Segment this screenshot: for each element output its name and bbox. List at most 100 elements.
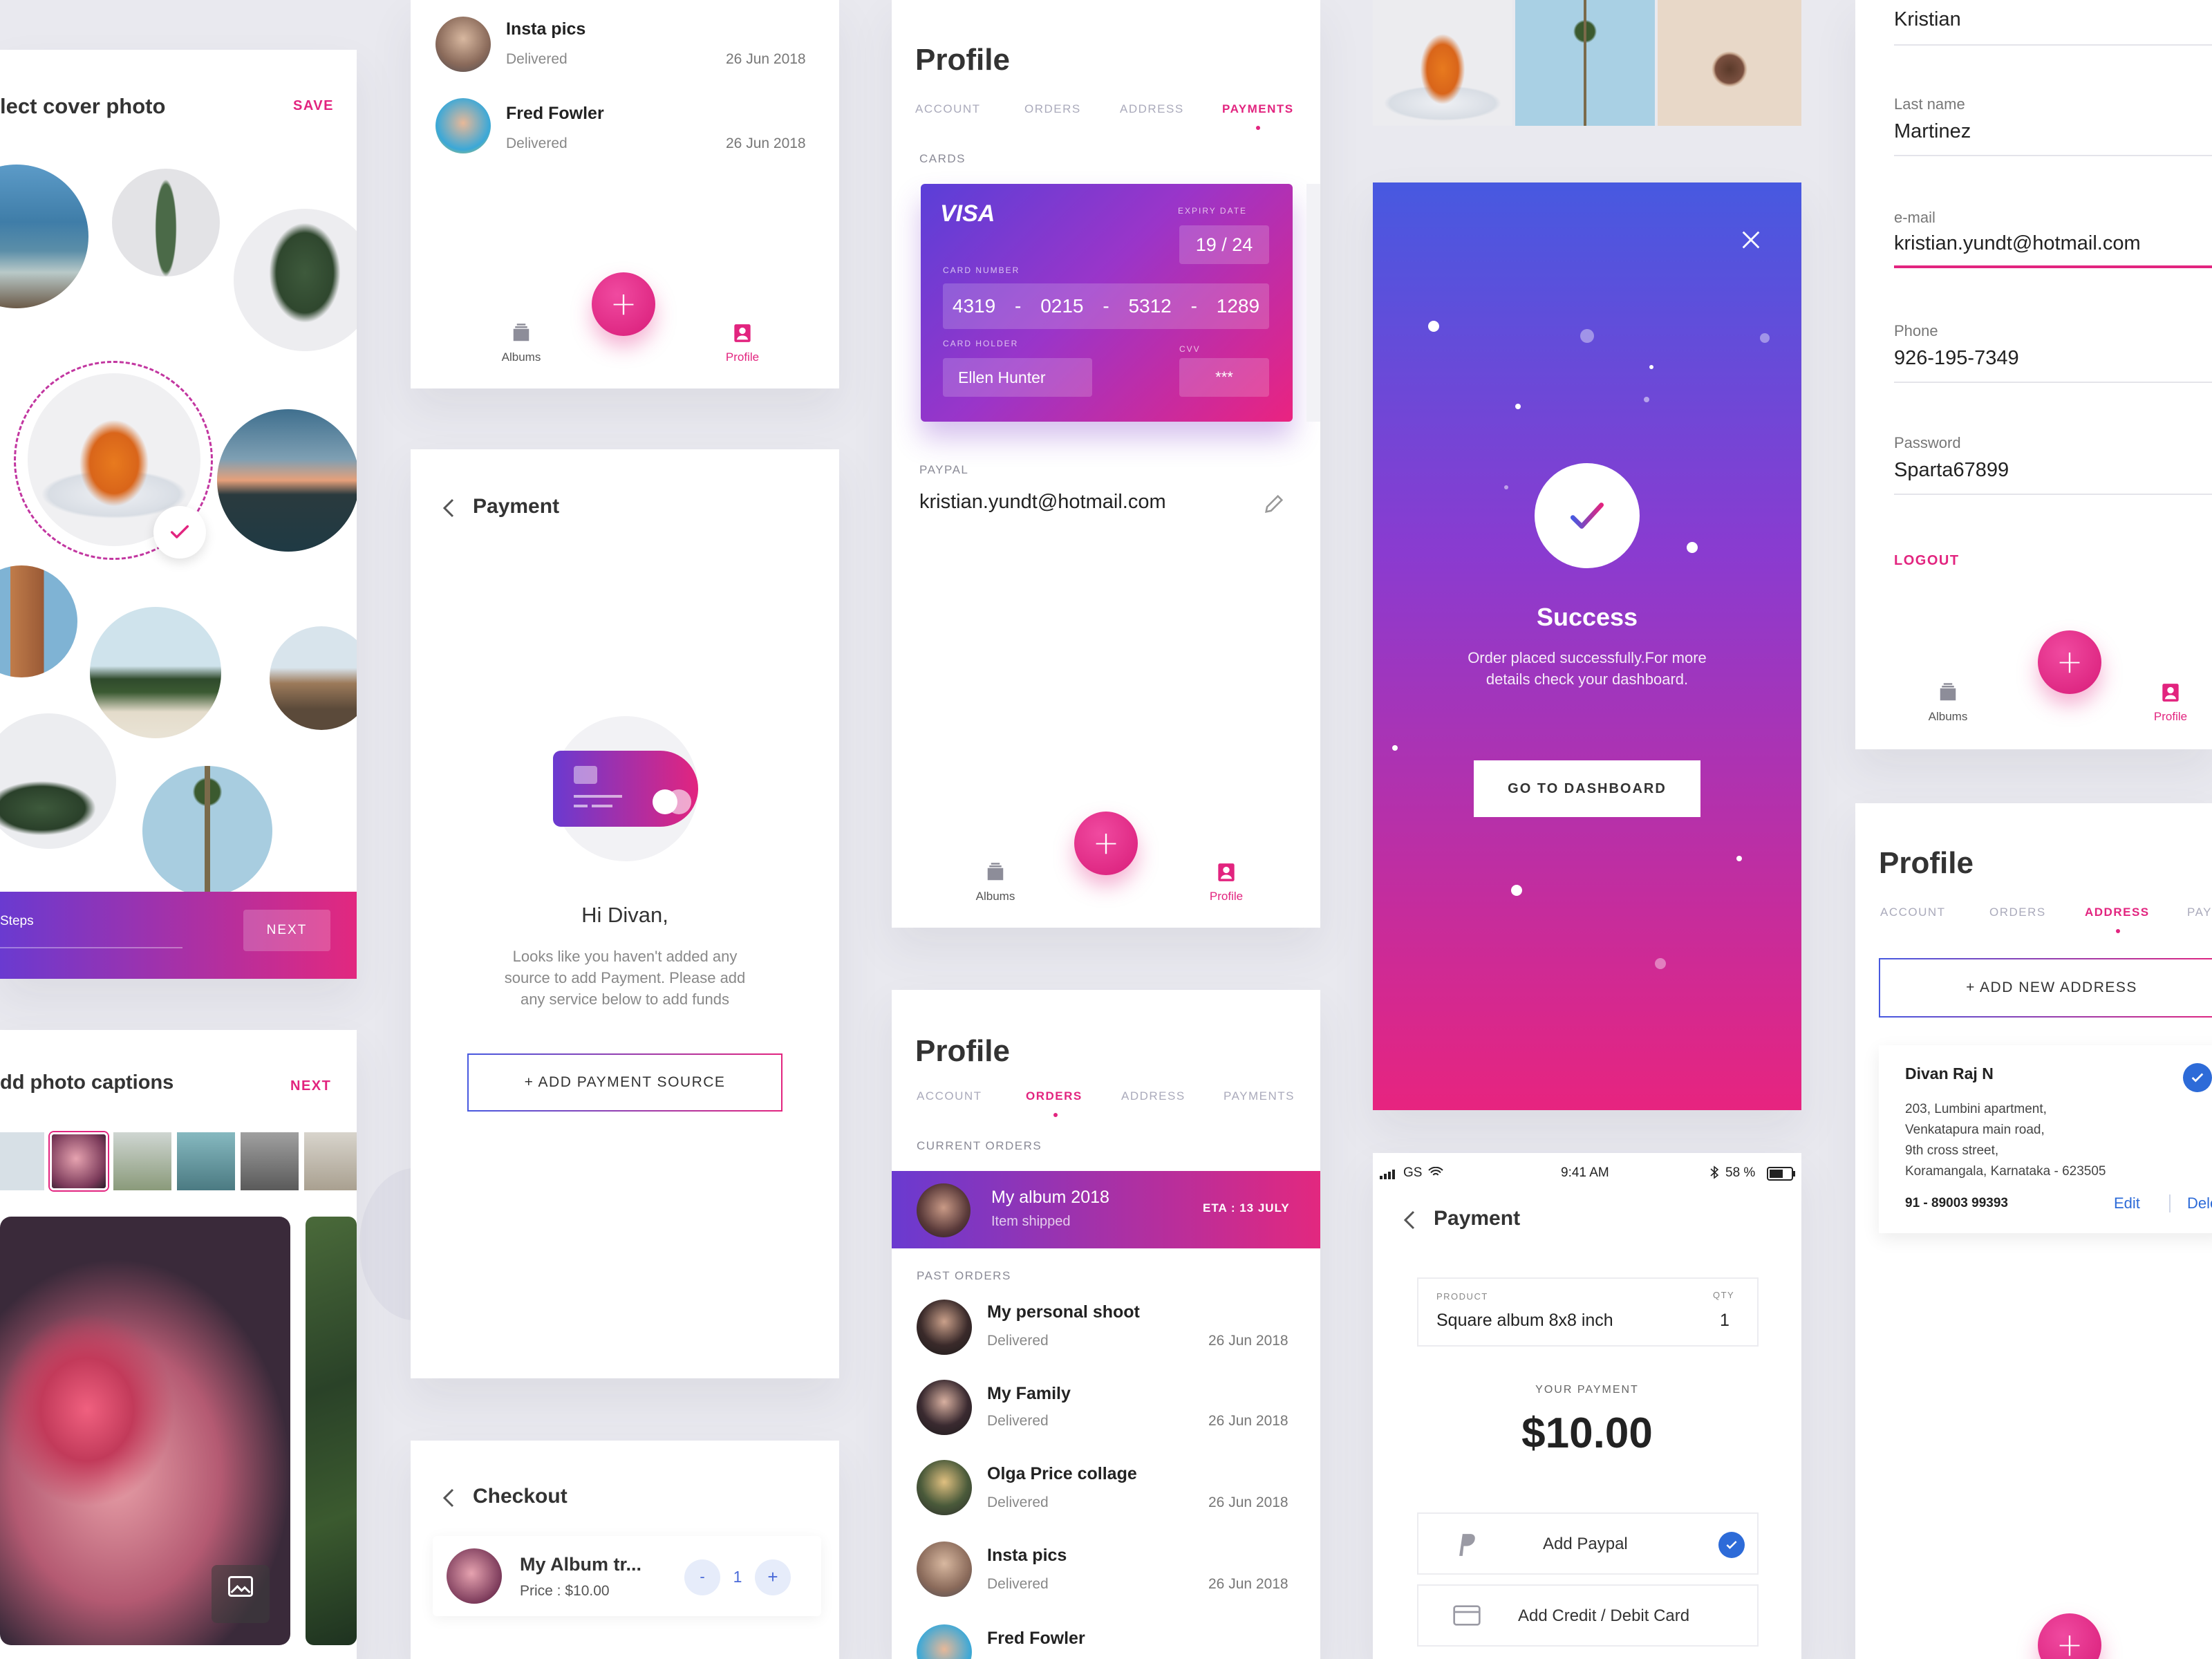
paypal-option[interactable]: Add Paypal (1417, 1512, 1759, 1575)
tab-account[interactable]: ACCOUNT (915, 102, 981, 116)
nav-profile-label: Profile (725, 350, 760, 364)
save-button[interactable]: SAVE (293, 98, 334, 114)
card-line (574, 795, 622, 798)
holder-label: CARD HOLDER (943, 339, 1019, 348)
back-chevron-icon[interactable] (442, 1488, 455, 1508)
add-fab-button[interactable]: + (2038, 1613, 2101, 1659)
address-card[interactable]: Divan Raj N 203, Lumbini apartment, Venk… (1879, 1045, 2212, 1233)
next-button[interactable]: NEXT (290, 1078, 331, 1094)
card-number-separator: - (1103, 295, 1109, 317)
card-line (574, 805, 588, 807)
photo-palm-tile[interactable] (1515, 0, 1655, 126)
nav-albums-label: Albums (501, 350, 541, 364)
go-to-dashboard-button[interactable]: GO TO DASHBOARD (1474, 760, 1700, 817)
back-chevron-icon[interactable] (442, 498, 455, 518)
back-chevron-icon[interactable] (1403, 1210, 1416, 1230)
add-payment-source-button[interactable]: + ADD PAYMENT SOURCE (467, 1053, 782, 1112)
thumbnail[interactable] (0, 1132, 44, 1190)
nav-profile[interactable]: Profile (2129, 683, 2212, 724)
add-fab-button[interactable]: + (2038, 630, 2101, 694)
thumbnail[interactable] (241, 1132, 299, 1190)
delete-link[interactable]: Delete (2187, 1194, 2212, 1212)
tab-account[interactable]: ACCOUNT (1880, 906, 1946, 919)
qty-decrease-button[interactable]: - (684, 1559, 720, 1595)
message-line: Order placed successfully.For more (1468, 649, 1707, 666)
plus-icon: + (2056, 643, 2083, 680)
add-new-address-button[interactable]: + ADD NEW ADDRESS (1879, 958, 2212, 1018)
tab-account[interactable]: ACCOUNT (917, 1089, 982, 1103)
credit-card[interactable]: VISA EXPIRY DATE 19 / 24 CARD NUMBER 431… (921, 184, 1293, 422)
holder-value: Ellen Hunter (943, 358, 1092, 397)
tab-address[interactable]: ADDRESS (1121, 1089, 1185, 1103)
photo-buildings[interactable] (0, 565, 77, 677)
add-fab-button[interactable]: + (592, 272, 655, 336)
tab-orders[interactable]: ORDERS (1024, 102, 1081, 116)
product-box: PRODUCT Square album 8x8 inch QTY 1 (1417, 1277, 1759, 1347)
photo-coast[interactable] (270, 626, 357, 730)
order-title: My personal shoot (987, 1302, 1140, 1322)
photo-pear-tile[interactable] (1373, 0, 1512, 126)
nav-albums[interactable]: Albums (1906, 683, 1989, 724)
tab-address[interactable]: ADDRESS (2085, 906, 2150, 919)
page-title: Profile (915, 1034, 1010, 1068)
password-field[interactable]: Sparta67899 (1894, 459, 2009, 482)
nav-profile[interactable]: Profile (701, 324, 784, 364)
qty-label: QTY (1713, 1290, 1735, 1300)
nav-albums[interactable]: Albums (480, 324, 563, 364)
logout-button[interactable]: LOGOUT (1894, 553, 1960, 569)
qty-increase-button[interactable]: + (755, 1559, 791, 1595)
field-label: Phone (1894, 322, 1938, 339)
add-fab-button[interactable]: + (1074, 812, 1138, 875)
plus-icon: + (1092, 824, 1120, 861)
tab-orders[interactable]: ORDERS (1989, 906, 2046, 919)
card-option[interactable]: Add Credit / Debit Card (1417, 1584, 1759, 1647)
success-check-badge (1535, 463, 1640, 568)
check-icon (1570, 502, 1604, 529)
order-status: Delivered (987, 1413, 1049, 1429)
steps-progress-track (0, 947, 182, 948)
first-name-value[interactable]: Kristian (1894, 8, 1961, 31)
profile-icon (1218, 863, 1235, 881)
thumbnail[interactable] (304, 1132, 357, 1190)
next-button[interactable]: NEXT (243, 910, 330, 951)
page-title: Profile (915, 43, 1010, 77)
greeting: Hi Divan, (581, 903, 668, 927)
thumbnail-selected[interactable] (50, 1132, 108, 1190)
nav-albums[interactable]: Albums (947, 863, 1044, 903)
profile-icon (2162, 684, 2179, 702)
paypal-email: kristian.yundt@hotmail.com (919, 491, 1166, 513)
tab-payments[interactable]: PAY (2187, 906, 2212, 919)
tab-payments[interactable]: PAYMENTS (1222, 102, 1294, 116)
current-order-row[interactable]: My album 2018 Item shipped ETA : 13 JULY (892, 1171, 1320, 1248)
tab-payments[interactable]: PAYMENTS (1224, 1089, 1295, 1103)
photo-plant[interactable] (234, 209, 357, 351)
edit-pencil-icon[interactable] (1262, 492, 1286, 516)
photo-sunset[interactable] (217, 409, 357, 552)
last-name-field[interactable]: Martinez (1894, 120, 1971, 143)
photo-ocean[interactable] (0, 165, 88, 308)
thumbnail[interactable] (113, 1132, 171, 1190)
image-icon-button[interactable] (212, 1565, 270, 1623)
photo-cactus[interactable] (112, 169, 220, 276)
order-title: Olga Price collage (987, 1464, 1137, 1483)
phone-field[interactable]: 926-195-7349 (1894, 347, 2019, 370)
avatar (435, 98, 491, 153)
cvv-label: CVV (1179, 344, 1201, 354)
card-line (592, 805, 612, 807)
photo-coffee-tile[interactable] (1658, 0, 1801, 126)
close-icon[interactable] (1739, 228, 1763, 252)
avatar (917, 1380, 972, 1435)
photo-palm-sky[interactable] (142, 766, 272, 896)
confetti-dot (1511, 885, 1522, 896)
photo-leaves[interactable] (0, 713, 116, 849)
albums-icon (513, 324, 529, 341)
confetti-dot (1736, 856, 1742, 861)
tab-address[interactable]: ADDRESS (1120, 102, 1184, 116)
success-message: Order placed successfully.For more detai… (1373, 647, 1801, 690)
photo-palms-beach[interactable] (90, 607, 221, 738)
tab-orders[interactable]: ORDERS (1026, 1089, 1082, 1103)
edit-link[interactable]: Edit (2114, 1194, 2140, 1212)
nav-profile[interactable]: Profile (1178, 863, 1275, 903)
thumbnail[interactable] (177, 1132, 235, 1190)
email-field[interactable]: kristian.yundt@hotmail.com (1894, 232, 2141, 255)
